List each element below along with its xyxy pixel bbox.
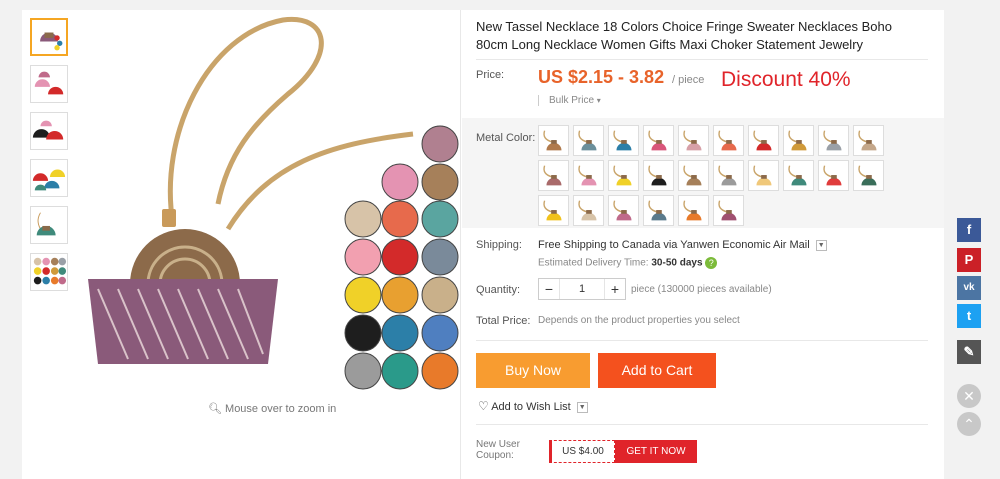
thumbnail-4[interactable] <box>30 159 68 197</box>
color-swatch[interactable] <box>783 160 814 191</box>
facebook-share-button[interactable]: f <box>957 218 981 242</box>
quantity-increase-button[interactable]: + <box>605 281 625 297</box>
metal-color-label: Metal Color: <box>476 132 536 144</box>
color-swatch[interactable] <box>713 160 744 191</box>
add-to-wish-list[interactable]: ♡ Add to Wish List ▼ <box>478 399 588 413</box>
color-swatch[interactable] <box>678 195 709 226</box>
quantity-label: Quantity: <box>476 284 521 296</box>
pinterest-share-button[interactable]: P <box>957 248 981 272</box>
price-unit: / piece <box>672 74 705 86</box>
color-swatch[interactable] <box>853 125 884 156</box>
delivery-estimate: Estimated Delivery Time: 30-50 days ? <box>538 257 718 269</box>
color-swatch[interactable] <box>748 125 779 156</box>
coupon-value: US $4.00 <box>549 440 615 463</box>
metal-color-swatches <box>538 125 918 226</box>
price-label: Price: <box>476 69 505 81</box>
chevron-down-icon[interactable]: ▼ <box>576 401 588 413</box>
main-product-image[interactable] <box>78 14 463 399</box>
twitter-share-button[interactable]: t <box>957 304 981 328</box>
quantity-stepper: − 1 + <box>538 278 626 300</box>
color-swatch[interactable] <box>678 125 709 156</box>
delivery-prefix: Estimated Delivery Time: <box>538 257 649 269</box>
chevron-down-icon[interactable]: ▼ <box>815 239 827 251</box>
total-price-text: Depends on the product properties you se… <box>538 315 740 326</box>
quantity-available: piece (130000 pieces available) <box>631 284 772 295</box>
color-swatch[interactable] <box>573 195 604 226</box>
new-user-coupon: US $4.00 GET IT NOW <box>549 440 697 463</box>
color-swatch[interactable] <box>643 160 674 191</box>
buy-now-button[interactable]: Buy Now <box>476 353 590 388</box>
color-swatch[interactable] <box>573 160 604 191</box>
price-range: US $2.15 - 3.82 <box>538 67 665 87</box>
thumbnail-2[interactable] <box>30 65 68 103</box>
shipping-text: Free Shipping to Canada via Yanwen Econo… <box>538 239 810 251</box>
heart-plus-icon: ♡ <box>478 399 489 413</box>
wish-list-label: Add to Wish List <box>491 401 571 413</box>
color-swatch[interactable] <box>643 195 674 226</box>
color-swatch[interactable] <box>538 195 569 226</box>
color-swatch[interactable] <box>573 125 604 156</box>
product-page: 🔍︎ Mouse over to zoom in New Tassel Neck… <box>0 0 1000 479</box>
total-divider <box>476 340 928 341</box>
color-swatch[interactable] <box>818 125 849 156</box>
close-icon[interactable]: ✕ <box>957 384 981 408</box>
shipping-method[interactable]: Free Shipping to Canada via Yanwen Econo… <box>538 239 827 251</box>
color-swatch[interactable] <box>678 160 709 191</box>
coupon-label: New User Coupon: <box>476 439 520 461</box>
zoom-hint-label: Mouse over to zoom in <box>225 403 337 415</box>
discount-badge: Discount 40% <box>721 68 851 91</box>
thumbnail-list <box>30 18 70 300</box>
thumbnail-6[interactable] <box>30 253 68 291</box>
color-swatch[interactable] <box>713 125 744 156</box>
color-swatch[interactable] <box>608 160 639 191</box>
add-to-cart-button[interactable]: Add to Cart <box>598 353 716 388</box>
color-swatch[interactable] <box>713 195 744 226</box>
color-swatch[interactable] <box>818 160 849 191</box>
column-divider <box>460 10 461 479</box>
color-swatch[interactable] <box>538 160 569 191</box>
color-swatch[interactable] <box>783 125 814 156</box>
help-icon[interactable]: ? <box>705 257 718 269</box>
shipping-label: Shipping: <box>476 239 522 251</box>
delivery-days: 30-50 days <box>651 257 703 269</box>
color-swatch[interactable] <box>853 160 884 191</box>
scroll-up-icon[interactable]: ⌃ <box>957 412 981 436</box>
thumbnail-5[interactable] <box>30 206 68 244</box>
caret-down-icon: ▾ <box>596 96 601 105</box>
thumbnail-1[interactable] <box>30 18 68 56</box>
color-swatch[interactable] <box>608 195 639 226</box>
total-price-label: Total Price: <box>476 315 531 327</box>
color-swatch[interactable] <box>748 160 779 191</box>
vk-share-button[interactable]: vk <box>957 276 981 300</box>
color-swatch[interactable] <box>643 125 674 156</box>
edit-icon[interactable]: ✎ <box>957 340 981 364</box>
coupon-divider <box>476 424 928 425</box>
product-title: New Tassel Necklace 18 Colors Choice Fri… <box>476 19 892 52</box>
zoom-hint: 🔍︎ Mouse over to zoom in <box>208 402 336 415</box>
quantity-input[interactable]: 1 <box>559 279 605 299</box>
quantity-decrease-button[interactable]: − <box>539 281 559 297</box>
bulk-price-toggle[interactable]: Bulk Price ▾ <box>538 95 601 106</box>
get-coupon-button[interactable]: GET IT NOW <box>615 440 697 463</box>
title-divider <box>476 59 928 60</box>
thumbnail-3[interactable] <box>30 112 68 150</box>
color-swatch[interactable] <box>608 125 639 156</box>
magnifier-icon: 🔍︎ <box>208 403 222 415</box>
color-swatch[interactable] <box>538 125 569 156</box>
bulk-price-label: Bulk Price <box>549 95 595 106</box>
